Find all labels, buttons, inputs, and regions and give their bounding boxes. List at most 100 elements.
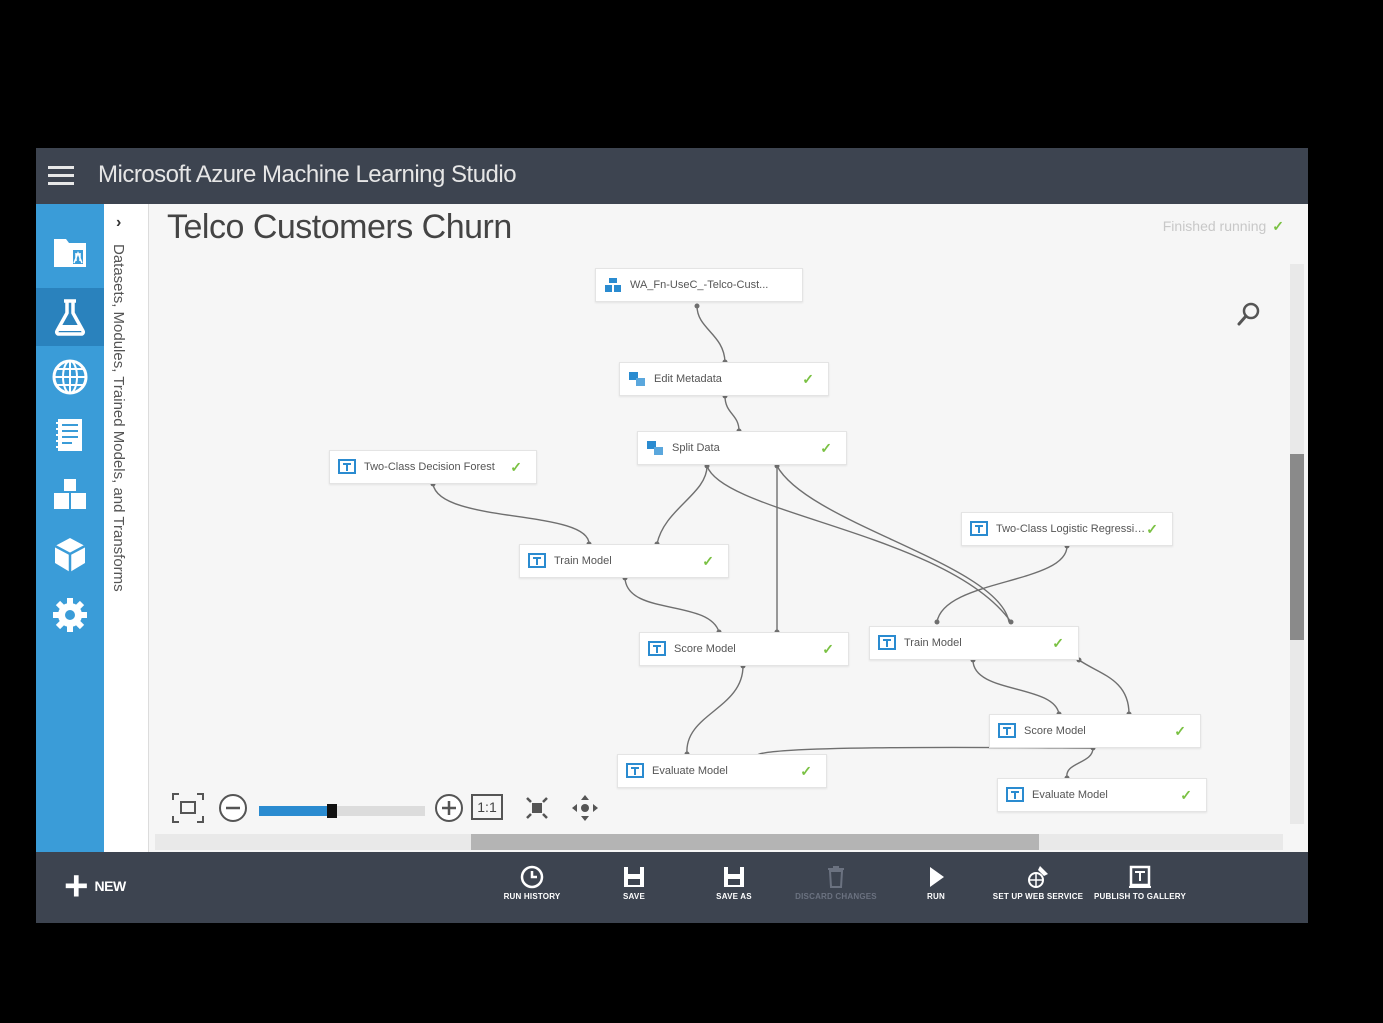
module-node-edit-metadata[interactable]: Edit Metadata ✓	[619, 362, 829, 396]
checkmark-icon: ✓	[1180, 786, 1192, 803]
nav-datasets[interactable]	[36, 466, 104, 524]
module-label: Train Model	[554, 555, 612, 567]
checkmark-icon: ✓	[510, 458, 522, 475]
gear-icon	[53, 598, 87, 632]
edge	[1066, 747, 1094, 779]
module-node-evaluate-1[interactable]: Evaluate Model ✓	[617, 754, 827, 788]
save-label: SAVE	[623, 892, 645, 901]
zoom-slider[interactable]	[259, 804, 425, 818]
vertical-scrollbar[interactable]	[1290, 264, 1304, 824]
run-history-label: RUN HISTORY	[503, 892, 561, 901]
module-node-split-data[interactable]: Split Data ✓	[637, 431, 847, 465]
zoom-slider-fill	[259, 806, 329, 816]
datasets-icon	[54, 479, 86, 509]
module-palette[interactable]: › Datasets, Modules, Trained Models, and…	[104, 204, 149, 852]
module-node-dataset[interactable]: WA_Fn-UseC_-Telco-Cust...	[595, 268, 803, 302]
nav-trained-models[interactable]	[36, 526, 104, 584]
checkmark-icon: ✓	[1146, 520, 1158, 537]
nav-experiments[interactable]	[36, 288, 104, 346]
module-label: Evaluate Model	[1032, 789, 1108, 801]
command-bar: + NEW RUN HISTORY SAVE SAVE AS DISCARD C…	[36, 852, 1308, 923]
run-history-button[interactable]: RUN HISTORY	[482, 864, 582, 901]
app-window: Microsoft Azure Machine Learning Studio	[36, 148, 1308, 923]
fit-to-screen-icon[interactable]	[169, 790, 207, 826]
model-module-icon	[998, 723, 1016, 738]
edge	[972, 659, 1060, 715]
module-node-score-1[interactable]: Score Model ✓	[639, 632, 849, 666]
module-label: Score Model	[1024, 725, 1086, 737]
new-button[interactable]: + NEW	[64, 862, 127, 909]
transform-icon	[647, 441, 663, 455]
horizontal-scroll-thumb[interactable]	[471, 834, 1039, 850]
module-label: Two-Class Decision Forest	[364, 461, 495, 473]
run-button[interactable]: RUN	[886, 864, 986, 901]
module-node-score-2[interactable]: Score Model ✓	[989, 714, 1201, 748]
nav-projects[interactable]	[36, 222, 104, 280]
module-label: WA_Fn-UseC_-Telco-Cust...	[630, 279, 769, 291]
module-label: Split Data	[672, 442, 720, 454]
notebook-icon	[56, 419, 82, 451]
expand-chevron-icon[interactable]: ›	[116, 214, 121, 232]
edge	[696, 305, 726, 363]
module-label: Evaluate Model	[652, 765, 728, 777]
model-module-icon	[528, 553, 546, 568]
nav-settings[interactable]	[36, 586, 104, 644]
discard-changes-label: DISCARD CHANGES	[795, 892, 877, 901]
discard-changes-button[interactable]: DISCARD CHANGES	[786, 864, 886, 901]
new-label: NEW	[94, 878, 127, 894]
save-as-button[interactable]: SAVE AS	[684, 864, 784, 901]
module-node-train-2[interactable]: Train Model ✓	[869, 626, 1079, 660]
zoom-out-icon[interactable]	[217, 792, 249, 824]
vertical-scroll-thumb[interactable]	[1290, 454, 1304, 640]
left-nav	[36, 204, 104, 852]
edge	[1078, 659, 1130, 715]
nav-notebooks[interactable]	[36, 406, 104, 464]
zoom-slider-handle[interactable]	[326, 804, 337, 818]
module-label: Two-Class Logistic Regression	[996, 523, 1147, 535]
checkmark-icon: ✓	[702, 552, 714, 569]
checkmark-icon: ✓	[822, 640, 834, 657]
horizontal-scrollbar[interactable]	[155, 834, 1283, 850]
zoom-toolbar: 1:1	[169, 790, 609, 826]
module-label: Edit Metadata	[654, 373, 722, 385]
checkmark-icon: ✓	[800, 762, 812, 779]
center-view-icon[interactable]	[521, 792, 553, 824]
plus-icon: +	[64, 862, 89, 909]
edge	[686, 665, 744, 755]
pan-icon[interactable]	[569, 792, 601, 824]
model-module-icon	[648, 641, 666, 656]
save-as-icon	[724, 867, 744, 887]
model-module-icon	[338, 459, 356, 474]
module-label: Score Model	[674, 643, 736, 655]
play-icon	[930, 867, 944, 887]
clock-icon	[520, 865, 544, 889]
globe-icon	[52, 359, 88, 395]
module-node-decision-forest[interactable]: Two-Class Decision Forest ✓	[329, 450, 537, 484]
publish-to-gallery-button[interactable]: PUBLISH TO GALLERY	[1090, 864, 1190, 901]
zoom-in-icon[interactable]	[433, 792, 465, 824]
nav-web-services[interactable]	[36, 348, 104, 406]
run-label: RUN	[927, 892, 945, 901]
edge	[432, 483, 590, 545]
model-module-icon	[878, 635, 896, 650]
save-as-label: SAVE AS	[716, 892, 752, 901]
checkmark-icon: ✓	[820, 439, 832, 456]
model-module-icon	[1006, 787, 1024, 802]
model-module-icon	[626, 763, 644, 778]
edge	[724, 395, 740, 432]
palette-label: Datasets, Modules, Trained Models, and T…	[110, 244, 127, 592]
app-title: Microsoft Azure Machine Learning Studio	[98, 161, 517, 188]
module-node-logistic[interactable]: Two-Class Logistic Regression ✓	[961, 512, 1173, 546]
search-icon[interactable]	[1235, 300, 1263, 328]
actual-size-button[interactable]: 1:1	[471, 794, 503, 820]
hamburger-menu-icon[interactable]	[48, 166, 74, 186]
set-up-web-service-label: SET UP WEB SERVICE	[992, 892, 1084, 901]
module-node-train-1[interactable]: Train Model ✓	[519, 544, 729, 578]
top-bar: Microsoft Azure Machine Learning Studio	[36, 148, 1308, 204]
module-label: Train Model	[904, 637, 962, 649]
experiment-canvas[interactable]: Telco Customers Churn Finished running✓	[149, 204, 1308, 852]
module-node-evaluate-2[interactable]: Evaluate Model ✓	[997, 778, 1207, 812]
save-button[interactable]: SAVE	[584, 864, 684, 901]
set-up-web-service-button[interactable]: SET UP WEB SERVICE	[988, 864, 1088, 901]
projects-icon	[54, 239, 86, 267]
